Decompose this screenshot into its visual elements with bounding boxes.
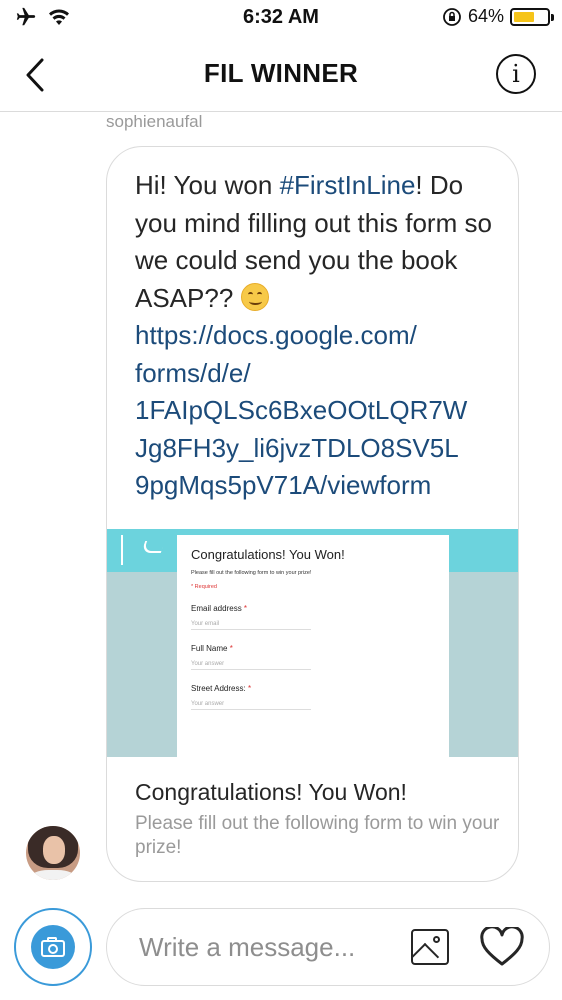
- form-link-line-5: 9pgMqs5pV71A/viewform: [135, 470, 432, 500]
- info-icon[interactable]: i: [496, 54, 536, 94]
- conversation-title: FIL WINNER: [203, 58, 359, 88]
- form-field-label: Full Name *: [191, 644, 435, 653]
- signature-logo-icon: [140, 541, 166, 553]
- form-link[interactable]: https://docs.google.com/ forms/d/e/ 1FAI…: [135, 317, 505, 505]
- link-preview-image[interactable]: Congratulations! You Won! Please fill ou…: [107, 529, 518, 757]
- camera-button[interactable]: [14, 908, 92, 986]
- smiling-face-emoji-icon: [240, 282, 269, 311]
- heart-icon[interactable]: [479, 927, 525, 967]
- battery-fill: [514, 11, 535, 22]
- required-asterisk: *: [247, 684, 252, 693]
- decorative-bar: [121, 535, 123, 565]
- sender-username: sophienaufal: [106, 112, 203, 131]
- hashtag-link[interactable]: #FirstInLine: [280, 170, 416, 200]
- form-field-label: Email address *: [191, 604, 435, 613]
- avatar[interactable]: [26, 826, 80, 880]
- field-label-text: Email address: [191, 604, 242, 613]
- gallery-icon[interactable]: [411, 929, 449, 965]
- preview-description: Please fill out the following form to wi…: [135, 813, 500, 858]
- form-field-label: Street Address: *: [191, 684, 435, 693]
- required-note: * Required: [191, 584, 217, 590]
- form-link-line-1: https://docs.google.com/: [135, 320, 417, 350]
- message-bubble: Hi! You won #FirstInLine! Do you mind fi…: [106, 146, 519, 882]
- form-field-placeholder: Your answer: [191, 701, 311, 710]
- required-asterisk: *: [243, 604, 248, 613]
- battery-icon: [510, 7, 554, 26]
- field-label-text: Full Name: [191, 644, 228, 653]
- chat-header: FIL WINNER i: [0, 38, 562, 112]
- form-title: Congratulations! You Won!: [191, 547, 345, 562]
- form-card: Congratulations! You Won! Please fill ou…: [177, 535, 449, 757]
- message-text: Hi! You won #FirstInLine! Do you mind fi…: [135, 167, 505, 505]
- form-field-placeholder: Your email: [191, 621, 311, 630]
- message-input[interactable]: [139, 929, 389, 965]
- form-link-line-3: 1FAIpQLSc6BxeOOtLQR7W: [135, 395, 468, 425]
- form-link-line-4: Jg8FH3y_li6jvzTDLO8SV5L: [135, 432, 459, 463]
- camera-icon: [31, 925, 75, 969]
- message-composer: [106, 908, 550, 986]
- required-asterisk: *: [229, 644, 233, 653]
- status-bar: 6:32 AM 64%: [0, 0, 562, 38]
- message-text-start: Hi! You won: [135, 170, 280, 200]
- form-link-line-2: forms/d/e/: [135, 357, 251, 388]
- field-label-text: Street Address:: [191, 684, 246, 693]
- form-description: Please fill out the following form to wi…: [191, 570, 312, 576]
- link-preview-caption[interactable]: Congratulations! You Won! Please fill ou…: [135, 779, 505, 860]
- orientation-lock-icon: [443, 7, 461, 26]
- preview-title: Congratulations! You Won!: [135, 779, 407, 805]
- battery-percent: 64%: [467, 6, 504, 26]
- form-field-placeholder: Your answer: [191, 661, 311, 670]
